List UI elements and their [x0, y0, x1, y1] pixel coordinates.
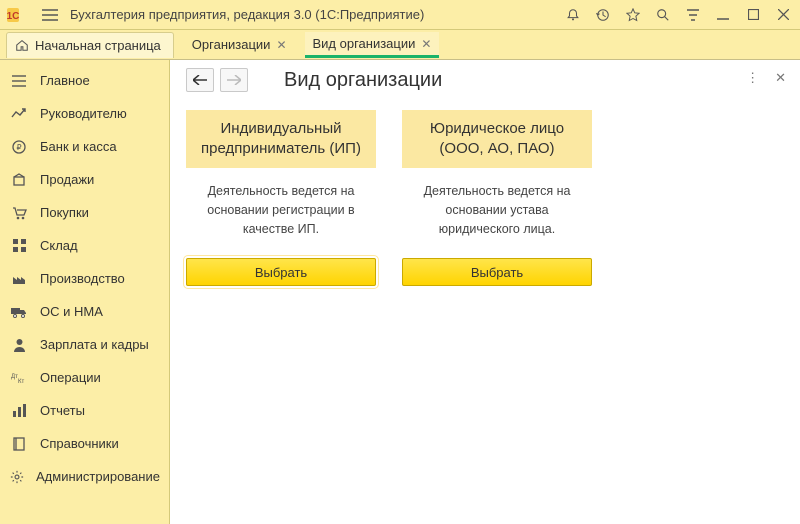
sidebar-item-label: Покупки	[40, 205, 89, 220]
app-logo: 1С	[6, 5, 34, 25]
svg-text:Кт: Кт	[18, 379, 24, 384]
sidebar: Главное Руководителю ₽ Банк и касса Прод…	[0, 60, 170, 524]
tab-organizations[interactable]: Организации ✕	[184, 32, 295, 58]
main-panel: Вид организации ⋮ ✕ Индивидуальный предп…	[170, 60, 800, 524]
sidebar-item-label: Продажи	[40, 172, 94, 187]
home-icon	[15, 38, 29, 52]
svg-text:1С: 1С	[7, 11, 19, 22]
sidebar-item-label: Операции	[40, 370, 101, 385]
panel-tools: ⋮ ✕	[746, 70, 786, 86]
book-icon	[10, 435, 28, 453]
person-icon	[10, 336, 28, 354]
org-type-cards: Индивидуальный предприниматель (ИП) Деят…	[186, 110, 788, 286]
sidebar-item-label: Производство	[40, 271, 125, 286]
sidebar-item-label: Склад	[40, 238, 78, 253]
factory-icon	[10, 270, 28, 288]
filter-icon[interactable]	[684, 6, 702, 24]
dtkt-icon: ДтКт	[10, 369, 28, 387]
arrow-right-icon	[227, 75, 241, 85]
bar-chart-icon	[10, 402, 28, 420]
select-legal-button[interactable]: Выбрать	[402, 258, 592, 286]
main-menu-icon[interactable]	[38, 3, 62, 27]
tabbar: Начальная страница Организации ✕ Вид орг…	[0, 30, 800, 60]
svg-text:₽: ₽	[16, 143, 21, 152]
tab-home[interactable]: Начальная страница	[6, 32, 174, 58]
panel-close-icon[interactable]: ✕	[775, 70, 786, 86]
sidebar-item-admin[interactable]: Администрирование	[0, 460, 169, 493]
sidebar-item-label: ОС и НМА	[40, 304, 103, 319]
minimize-icon[interactable]	[714, 6, 732, 24]
sidebar-item-warehouse[interactable]: Склад	[0, 229, 169, 262]
history-icon[interactable]	[594, 6, 612, 24]
bell-icon[interactable]	[564, 6, 582, 24]
sidebar-item-label: Зарплата и кадры	[40, 337, 149, 352]
cart-icon	[10, 204, 28, 222]
tab-home-label: Начальная страница	[35, 38, 161, 53]
titlebar: 1С Бухгалтерия предприятия, редакция 3.0…	[0, 0, 800, 30]
sidebar-item-manager[interactable]: Руководителю	[0, 97, 169, 130]
sidebar-item-main[interactable]: Главное	[0, 64, 169, 97]
tab-close-icon[interactable]: ✕	[276, 38, 286, 52]
gear-icon	[10, 468, 24, 486]
card-ip: Индивидуальный предприниматель (ИП) Деят…	[186, 110, 376, 286]
sidebar-item-reports[interactable]: Отчеты	[0, 394, 169, 427]
arrow-left-icon	[193, 75, 207, 85]
chart-icon	[10, 105, 28, 123]
box-icon	[10, 171, 28, 189]
sidebar-item-assets[interactable]: ОС и НМА	[0, 295, 169, 328]
tab-org-type[interactable]: Вид организации ✕	[305, 32, 440, 58]
page-title: Вид организации	[284, 69, 442, 92]
tab-org-type-label: Вид организации	[313, 36, 416, 51]
nav-back-button[interactable]	[186, 68, 214, 92]
close-icon[interactable]	[774, 6, 792, 24]
svg-text:Дт: Дт	[11, 374, 18, 380]
card-legal-desc: Деятельность ведется на основании устава…	[402, 168, 592, 246]
nav-forward-button[interactable]	[220, 68, 248, 92]
sidebar-item-label: Справочники	[40, 436, 119, 451]
sidebar-item-catalogs[interactable]: Справочники	[0, 427, 169, 460]
grid-icon	[10, 237, 28, 255]
sidebar-item-label: Руководителю	[40, 106, 127, 121]
star-icon[interactable]	[624, 6, 642, 24]
sidebar-item-production[interactable]: Производство	[0, 262, 169, 295]
card-legal-heading: Юридическое лицо (ООО, АО, ПАО)	[402, 110, 592, 168]
sidebar-item-bank[interactable]: ₽ Банк и касса	[0, 130, 169, 163]
sidebar-item-purchases[interactable]: Покупки	[0, 196, 169, 229]
truck-icon	[10, 303, 28, 321]
app-title: Бухгалтерия предприятия, редакция 3.0 (1…	[70, 7, 424, 22]
card-ip-heading: Индивидуальный предприниматель (ИП)	[186, 110, 376, 168]
sidebar-item-label: Отчеты	[40, 403, 85, 418]
tab-organizations-label: Организации	[192, 37, 271, 52]
select-ip-button[interactable]: Выбрать	[186, 258, 376, 286]
search-icon[interactable]	[654, 6, 672, 24]
card-legal: Юридическое лицо (ООО, АО, ПАО) Деятельн…	[402, 110, 592, 286]
ruble-icon: ₽	[10, 138, 28, 156]
more-icon[interactable]: ⋮	[746, 70, 759, 86]
sidebar-item-hr[interactable]: Зарплата и кадры	[0, 328, 169, 361]
sidebar-item-label: Банк и касса	[40, 139, 117, 154]
sidebar-item-sales[interactable]: Продажи	[0, 163, 169, 196]
list-icon	[10, 72, 28, 90]
titlebar-actions	[564, 6, 794, 24]
sidebar-item-operations[interactable]: ДтКт Операции	[0, 361, 169, 394]
maximize-icon[interactable]	[744, 6, 762, 24]
sidebar-item-label: Администрирование	[36, 469, 160, 484]
card-ip-desc: Деятельность ведется на основании регист…	[186, 168, 376, 246]
main-header: Вид организации	[186, 68, 788, 92]
tab-close-icon[interactable]: ✕	[421, 37, 431, 51]
sidebar-item-label: Главное	[40, 73, 90, 88]
